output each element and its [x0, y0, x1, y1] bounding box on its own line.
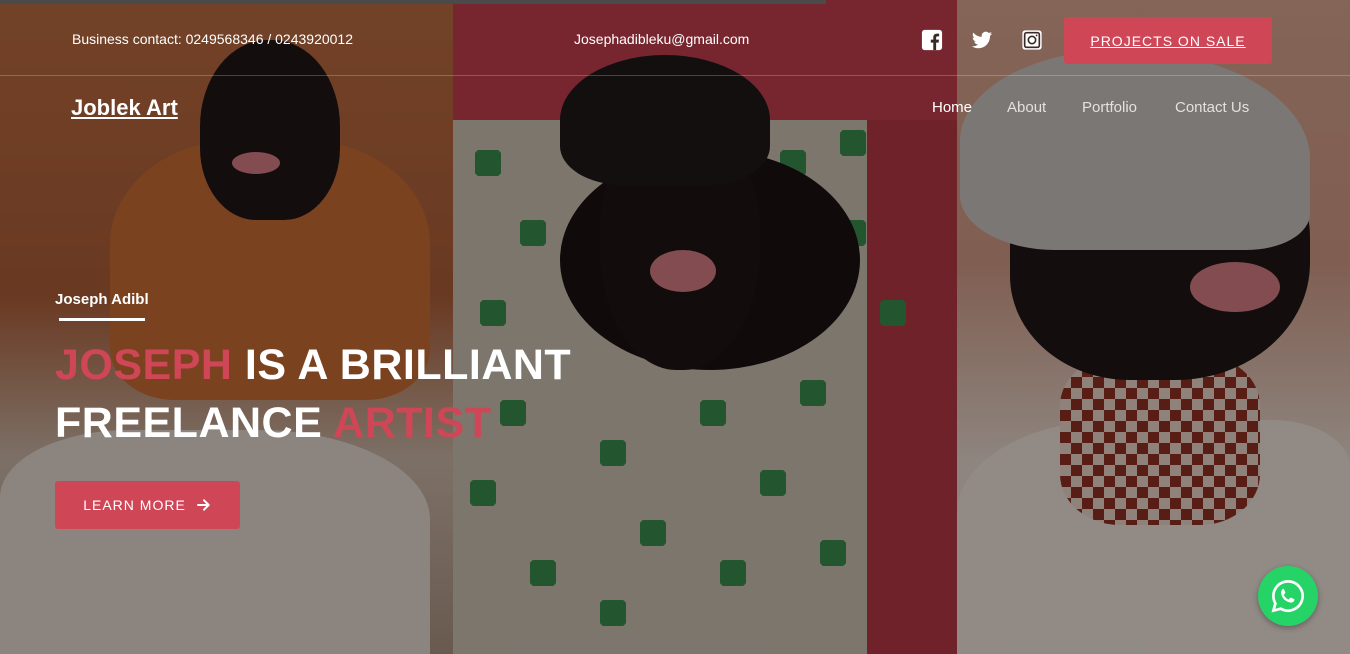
learn-more-label: LEARN MORE [83, 497, 186, 513]
hero-background [0, 0, 1350, 654]
hero-title-text-2: FREELANCE [55, 399, 334, 447]
hero-title-accent-1: JOSEPH [55, 341, 233, 389]
nav-item-contact-us[interactable]: Contact Us [1175, 99, 1249, 116]
page-load-bar [0, 0, 826, 4]
whatsapp-chat-button[interactable] [1258, 566, 1318, 626]
nav-item-about[interactable]: About [1007, 99, 1046, 116]
projects-on-sale-button[interactable]: PROJECTS ON SALE [1064, 17, 1272, 64]
business-contact: Business contact: 0249568346 / 024392001… [72, 31, 354, 47]
hero-title: JOSEPH IS A BRILLIANT FREELANCE ARTIST [55, 336, 571, 452]
instagram-icon[interactable] [1021, 29, 1043, 51]
top-contact-bar: Business contact: 0249568346 / 024392001… [0, 4, 1350, 76]
nav-item-home[interactable]: Home [932, 99, 972, 116]
twitter-icon[interactable] [971, 29, 993, 51]
dark-overlay [0, 0, 1350, 654]
nav-item-portfolio[interactable]: Portfolio [1082, 99, 1137, 116]
hero-subtitle: Joseph Adibl [55, 291, 149, 308]
facebook-icon[interactable] [921, 29, 943, 51]
site-logo[interactable]: Joblek Art [71, 95, 178, 121]
contact-email[interactable]: Josephadibleku@gmail.com [574, 31, 749, 47]
hero-subtitle-underline [59, 318, 145, 321]
hero-title-text-1: IS A BRILLIANT [232, 341, 572, 389]
arrow-right-icon [196, 499, 210, 511]
learn-more-button[interactable]: LEARN MORE [55, 481, 240, 529]
hero-title-accent-2: ARTIST [333, 399, 492, 447]
whatsapp-icon [1271, 580, 1304, 613]
